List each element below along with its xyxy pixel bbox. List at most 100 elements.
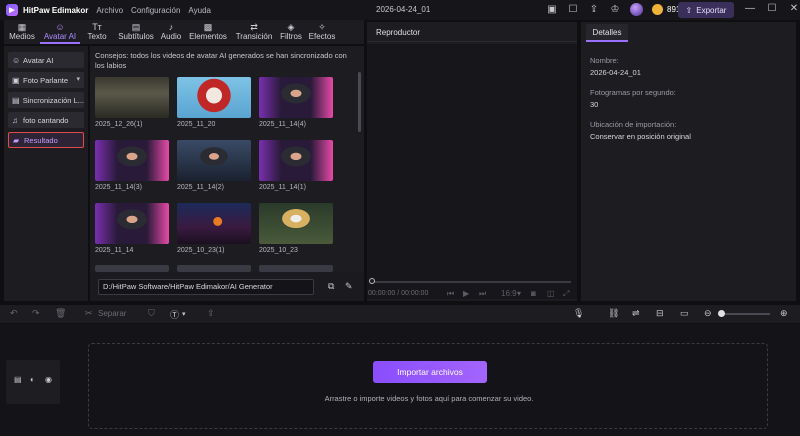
prev-frame-icon[interactable]: ⏮ [447, 289, 454, 299]
tips-text: Consejos: todos los videos de avatar AI … [95, 51, 347, 70]
microphone-icon[interactable]: 🎙 [573, 308, 584, 319]
maximize-icon[interactable]: ☐ [766, 3, 778, 15]
nav-item-person[interactable]: ☺ Avatar AI [8, 52, 84, 68]
eye-icon[interactable]: ◉ [45, 375, 52, 384]
tab-transition[interactable]: ⇄ Transición [232, 20, 276, 44]
path-field[interactable]: D:/HitPaw Software/HitPaw Edimakor/AI Ge… [98, 279, 314, 295]
drop-zone[interactable]: Importar archivos Arrastre o importe vid… [88, 343, 768, 429]
video-thumbnail[interactable] [177, 265, 251, 272]
aspect-ratio-select[interactable]: 16:9 [501, 289, 517, 298]
tab-audio[interactable]: ♪ Audio [158, 20, 184, 44]
tab-filters[interactable]: ◈ Filtros [276, 20, 306, 44]
fps-value: 30 [590, 100, 599, 109]
play-icon[interactable]: ▶ [463, 289, 469, 298]
avatar[interactable] [630, 3, 643, 16]
nav-item-label: foto cantando [23, 115, 69, 125]
tab-label: Avatar AI [43, 32, 77, 41]
snapshot-icon[interactable]: ◙ [531, 289, 536, 298]
nav-item-singing-photo[interactable]: ♫ foto cantando [8, 112, 84, 128]
crown-icon[interactable]: ♔ [609, 4, 621, 16]
upload-cloud-icon[interactable]: ⇪ [588, 4, 600, 16]
text-tool-icon[interactable]: Ⓣ [170, 308, 179, 321]
video-thumbnail[interactable] [95, 203, 169, 244]
ratio-chevron-icon[interactable]: ▾ [517, 289, 521, 298]
text-tool-chevron-icon[interactable]: ▾ [182, 310, 186, 318]
import-files-button[interactable]: Importar archivos [373, 361, 487, 383]
video-label: 2025_11_14(2) [177, 184, 224, 191]
nav-item-label: Avatar AI [23, 55, 54, 65]
progress-track[interactable] [371, 281, 571, 283]
player-title: Reproductor [367, 22, 577, 42]
export-clip-icon[interactable]: ⇪ [207, 308, 215, 319]
export-icon: ⇧ [685, 5, 693, 15]
video-thumbnail[interactable] [259, 265, 333, 272]
redo-icon[interactable]: ↷ [32, 308, 40, 319]
undo-icon[interactable]: ↶ [10, 308, 18, 319]
video-thumbnail[interactable] [177, 77, 251, 118]
tab-subtitles[interactable]: ▤ Subtítulos [114, 20, 158, 44]
gallery-scrollbar[interactable] [358, 72, 361, 132]
timeline-toolbar: ↶ ↷ 🗑 ✂ Separar ⛉ Ⓣ ▾ ⇪ 🎙 ⛓ ⇌ ⊟ ▭ ⊖ ⊕ [0, 305, 800, 323]
open-folder-icon[interactable]: ⧉ [328, 281, 334, 292]
fullscreen-icon[interactable]: ⤢ [563, 289, 569, 299]
video-thumbnail[interactable] [177, 203, 251, 244]
video-label: 2025_11_14(4) [259, 121, 306, 128]
avatar-ai-icon: ☺ [55, 22, 65, 32]
tab-text[interactable]: Tт Texto [80, 20, 114, 44]
layout-icon[interactable]: ▣ [546, 4, 558, 16]
person-icon: ☺ [12, 55, 21, 65]
chevron-down-icon[interactable]: ▾ [76, 75, 80, 83]
video-thumbnail[interactable] [95, 140, 169, 181]
lock-icon[interactable]: ◐ [30, 375, 35, 384]
menu-archivo[interactable]: Archivo [96, 6, 123, 15]
result-gallery: Consejos: todos los videos de avatar AI … [90, 46, 364, 301]
shield-icon[interactable]: ⛉ [148, 308, 155, 319]
export-button[interactable]: ⇧ Exportar [678, 2, 734, 18]
progress-handle[interactable] [369, 278, 375, 284]
menu-ayuda[interactable]: Ayuda [188, 6, 211, 15]
nav-item-folder[interactable]: ▰ Resultado [8, 132, 84, 148]
close-icon[interactable]: ✕ [788, 3, 800, 15]
caption-icon[interactable]: ▭ [680, 308, 689, 319]
tab-avatar-ai[interactable]: ☺ Avatar AI [40, 20, 80, 44]
video-thumbnail[interactable] [95, 77, 169, 118]
video-label: 2025_11_20 [177, 121, 216, 128]
video-thumbnail[interactable] [259, 203, 333, 244]
zoom-out-icon[interactable]: ⊖ [704, 308, 712, 319]
link-icon[interactable]: ⛓ [608, 308, 619, 319]
name-value: 2026-04-24_01 [590, 68, 641, 77]
tab-label: Efectos [308, 32, 336, 41]
effects-icon: ✧ [318, 22, 326, 32]
split-button[interactable]: Separar [98, 309, 126, 318]
video-thumbnail[interactable] [95, 265, 169, 272]
text-icon: Tт [92, 22, 102, 32]
video-thumbnail[interactable] [259, 140, 333, 181]
tab-effects[interactable]: ✧ Efectos [306, 20, 338, 44]
zoom-in-icon[interactable]: ⊕ [780, 308, 788, 319]
tab-elements[interactable]: ▩ Elementos [184, 20, 232, 44]
scissors-icon[interactable]: ✂ [85, 308, 93, 319]
zoom-handle[interactable] [718, 310, 725, 317]
next-frame-icon[interactable]: ⏭ [479, 289, 486, 299]
nav-item-talking-photo[interactable]: ▣ Foto Parlante ▾ [8, 72, 84, 88]
feedback-icon[interactable]: ☐ [567, 4, 579, 16]
video-thumbnail[interactable] [177, 140, 251, 181]
nav-item-label: Foto Parlante [23, 75, 69, 85]
edit-icon[interactable]: ✎ [345, 281, 353, 292]
zoom-slider[interactable] [720, 313, 770, 315]
nav-item-lip-sync[interactable]: ▤ Sincronización L... [8, 92, 84, 108]
track-thumbnail-icon[interactable]: ▤ [14, 375, 22, 384]
transition-icon: ⇄ [250, 22, 258, 32]
nav-item-label: Resultado [24, 135, 58, 145]
avatar-ai-nav: ☺ Avatar AI ▣ Foto Parlante ▾ ▤ Sincronización… [4, 46, 88, 301]
split-audio-icon[interactable]: ⇌ [632, 308, 640, 319]
delete-icon[interactable]: 🗑 [55, 308, 66, 319]
folder-icon: ▰ [13, 135, 20, 145]
quality-icon[interactable]: ◫ [547, 289, 555, 298]
menu-configuracion[interactable]: Configuración [131, 6, 180, 15]
minimize-icon[interactable]: — [744, 3, 756, 15]
tab-details[interactable]: Detalles [586, 24, 628, 42]
snap-icon[interactable]: ⊟ [656, 308, 664, 319]
tab-media[interactable]: ▦ Medios [4, 20, 40, 44]
video-thumbnail[interactable] [259, 77, 333, 118]
